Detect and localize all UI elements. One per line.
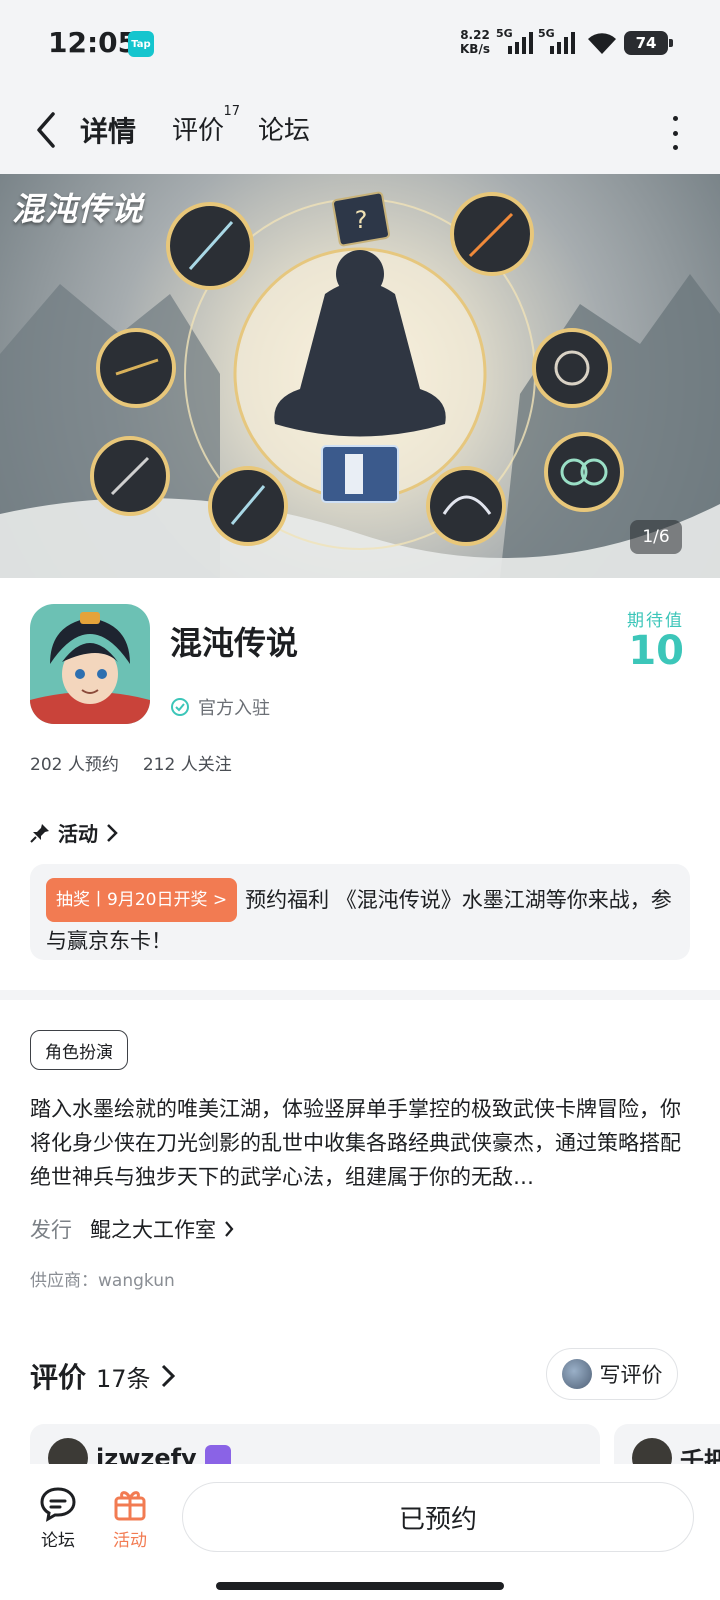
tab-reviews[interactable]: 评价 17 <box>172 104 240 147</box>
chevron-right-icon <box>107 823 118 842</box>
chevron-right-icon <box>161 1364 175 1388</box>
chevron-left-icon <box>37 112 55 148</box>
publisher-name: 鲲之大工作室 <box>90 1218 216 1242</box>
publisher-label: 发行 <box>30 1218 72 1242</box>
status-time: 12:05 <box>48 26 138 59</box>
write-review-button[interactable]: 写评价 <box>546 1348 678 1400</box>
wifi-icon <box>588 33 616 54</box>
tab-reviews-count: 17 <box>223 104 241 119</box>
battery-icon: 74 <box>624 31 673 55</box>
pin-icon <box>30 823 49 843</box>
chat-bubble-icon <box>40 1487 76 1522</box>
chevron-right-icon <box>225 1221 234 1237</box>
media-carousel[interactable]: ? 混沌传说 1/6 <box>0 174 720 578</box>
tab-forum-label: 论坛 <box>258 116 311 146</box>
tab-details-label: 详情 <box>80 115 137 148</box>
home-indicator[interactable] <box>216 1582 504 1590</box>
verified-check-icon <box>171 698 189 716</box>
more-dot <box>672 130 678 136</box>
activity-label: 活动 <box>113 1531 147 1551</box>
activity-content: 抽奖丨9月20日开奖 > 预约福利 《混沌传说》水墨江湖等你来战，参与赢京东卡！ <box>46 878 674 960</box>
user-avatar <box>561 1359 592 1389</box>
activity-header[interactable]: 活动 <box>30 818 118 847</box>
reserved-button[interactable]: 已预约 <box>182 1482 694 1552</box>
carousel-page-indicator: 1/6 <box>630 520 682 554</box>
tab-forum[interactable]: 论坛 <box>258 110 310 147</box>
game-description[interactable]: 踏入水墨绘就的唯美江湖，体验竖屏单手掌控的极致武侠卡牌冒险，你将化身少侠在刀光剑… <box>30 1092 690 1196</box>
banner-game-title: 混沌传说 <box>12 190 145 228</box>
forum-label: 论坛 <box>41 1531 75 1551</box>
tab-details[interactable]: 详情 <box>76 110 141 150</box>
official-label: 官方入驻 <box>198 698 270 719</box>
publisher-link[interactable]: 鲲之大工作室 <box>90 1214 234 1244</box>
forum-button[interactable]: 论坛 <box>28 1486 88 1551</box>
activity-header-label: 活动 <box>58 822 98 846</box>
taptap-notification-icon: Tap <box>128 31 154 57</box>
cellular-signal-icon <box>550 32 575 54</box>
cellular-signal-icon <box>508 32 533 54</box>
genre-tag[interactable]: 角色扮演 <box>30 1030 128 1070</box>
bottom-action-bar: 论坛 活动 已预约 <box>0 1464 720 1600</box>
follower-count: 212 人关注 <box>142 755 232 775</box>
reviews-title: 评价 <box>30 1361 87 1394</box>
activity-button[interactable]: 活动 <box>100 1486 160 1551</box>
network-speed-value: 8.22 <box>460 28 490 42</box>
game-name: 混沌传说 <box>170 624 299 662</box>
banner-artwork: ? <box>0 191 720 578</box>
supplier-info: 供应商：wangkun <box>30 1271 175 1291</box>
official-verified: 官方入驻 <box>170 694 270 720</box>
battery-level: 74 <box>635 34 657 52</box>
game-icon-artwork <box>30 604 150 724</box>
more-options-button[interactable] <box>670 116 680 150</box>
back-button[interactable] <box>26 108 66 152</box>
reviews-count: 17条 <box>96 1364 151 1393</box>
tab-reviews-label: 评价 <box>172 116 225 146</box>
more-dot <box>672 116 678 121</box>
status-bar: 12:05 Tap 8.22 KB/s 5G 5G 74 <box>0 0 720 88</box>
svg-text:?: ? <box>355 206 368 234</box>
publisher-row: 发行 鲲之大工作室 <box>30 1214 234 1244</box>
activity-card[interactable]: 抽奖丨9月20日开奖 > 预约福利 《混沌传说》水墨江湖等你来战，参与赢京东卡！ <box>30 864 690 960</box>
gift-icon <box>114 1491 146 1521</box>
section-divider <box>0 990 720 1000</box>
top-nav-bar: 详情 评价 17 论坛 <box>0 88 720 174</box>
lottery-tag: 抽奖丨9月20日开奖 > <box>46 878 238 922</box>
reservation-count: 202 人预约 <box>30 755 119 775</box>
reviews-header[interactable]: 评价 17条 <box>30 1356 175 1396</box>
write-review-label: 写评价 <box>599 1363 663 1387</box>
network-speed: 8.22 KB/s <box>460 28 490 56</box>
game-icon[interactable] <box>30 604 150 724</box>
game-stats: 202 人预约 212 人关注 <box>30 750 232 775</box>
network-speed-unit: KB/s <box>460 42 490 56</box>
more-dot <box>672 145 678 150</box>
expectation-score: 10 <box>628 628 684 674</box>
